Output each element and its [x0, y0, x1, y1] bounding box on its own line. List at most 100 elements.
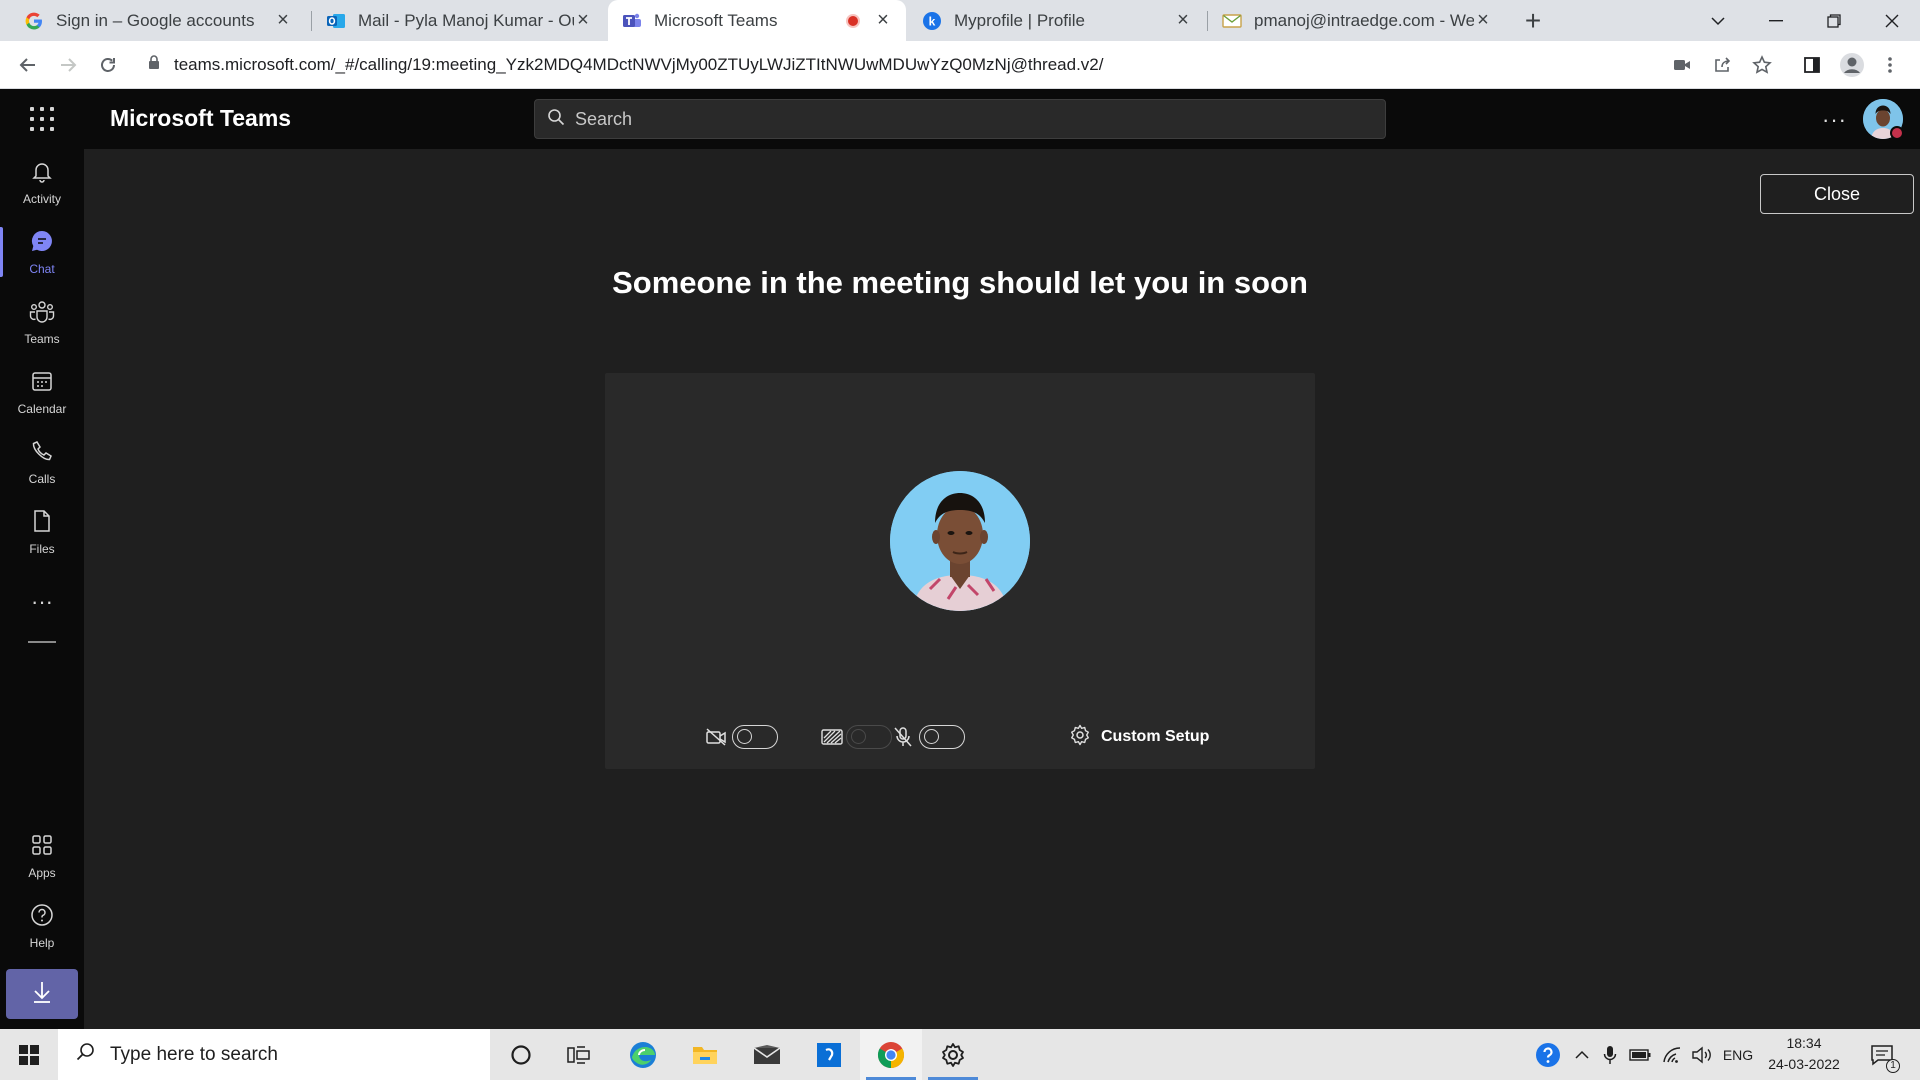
bookmark-star-icon[interactable] — [1748, 51, 1776, 79]
app-title: Microsoft Teams — [110, 105, 292, 131]
rail-divider — [28, 641, 56, 643]
taskbar-search-box[interactable]: Type here to search — [58, 1029, 490, 1080]
rail-item-chat[interactable]: Chat — [0, 221, 84, 283]
volume-speaker-icon[interactable] — [1688, 1029, 1716, 1080]
back-arrow-icon[interactable] — [14, 51, 42, 79]
close-icon[interactable]: × — [1474, 9, 1492, 31]
help-tray-icon[interactable] — [1530, 1029, 1566, 1080]
camera-off-icon — [704, 725, 728, 749]
lock-icon[interactable] — [148, 55, 160, 75]
rail-item-label: Teams — [24, 331, 60, 346]
rail-item-calendar[interactable]: Calendar — [0, 361, 84, 423]
rail-item-label: Calendar — [17, 401, 67, 416]
more-apps-icon[interactable]: ··· — [0, 589, 84, 615]
close-icon[interactable]: × — [274, 9, 292, 31]
meeting-lobby: Close Someone in the meeting should let … — [84, 149, 1920, 1029]
teams-icon — [622, 11, 642, 31]
wifi-icon[interactable] — [1658, 1029, 1686, 1080]
browser-menu-kebab-icon[interactable] — [1876, 51, 1904, 79]
tab-title: Mail - Pyla Manoj Kumar - Outlook — [358, 10, 574, 30]
rail-item-label: Calls — [28, 471, 56, 486]
phone-icon — [30, 439, 54, 468]
download-desktop-app-button[interactable] — [6, 969, 78, 1019]
notification-count-badge: 1 — [1886, 1059, 1900, 1073]
search-input[interactable] — [575, 108, 1355, 130]
cortana-circle-icon[interactable] — [490, 1029, 552, 1080]
forward-arrow-icon[interactable] — [54, 51, 82, 79]
mail-app-icon[interactable] — [736, 1029, 798, 1080]
chat-icon — [30, 229, 54, 258]
rail-item-label: Activity — [22, 191, 61, 206]
google-g-icon — [24, 11, 44, 31]
app-launcher-waffle-icon[interactable] — [30, 107, 54, 131]
rail-item-label: Chat — [29, 261, 55, 276]
close-icon[interactable]: × — [1174, 9, 1192, 31]
k-icon: k — [922, 11, 942, 31]
close-icon[interactable]: × — [874, 9, 892, 31]
share-icon[interactable] — [1708, 51, 1736, 79]
apps-icon — [30, 833, 54, 862]
custom-setup-button[interactable]: Custom Setup — [1069, 723, 1209, 751]
microphone-in-use-icon[interactable] — [1598, 1029, 1622, 1080]
microphone-toggle[interactable] — [919, 725, 965, 749]
close-icon[interactable]: × — [574, 9, 592, 31]
tab-myprofile[interactable]: k Myprofile | Profile × — [908, 0, 1206, 41]
close-button[interactable]: Close — [1760, 174, 1914, 214]
pinned-blue-app-icon[interactable] — [798, 1029, 860, 1080]
tab-microsoft-teams[interactable]: Microsoft Teams × — [608, 0, 906, 41]
profile-icon[interactable] — [1838, 51, 1866, 79]
file-icon — [31, 509, 53, 538]
search-icon — [547, 108, 565, 131]
rail-item-apps[interactable]: Apps — [0, 825, 84, 887]
minimize-icon[interactable] — [1748, 0, 1804, 41]
tab-search-chevron-icon[interactable] — [1690, 0, 1746, 41]
background-blur-toggle[interactable] — [846, 725, 892, 749]
rail-item-files[interactable]: Files — [0, 501, 84, 563]
calendar-icon — [30, 369, 54, 398]
bell-icon — [30, 159, 54, 188]
reload-icon[interactable] — [94, 51, 122, 79]
video-preview: Custom Setup — [605, 373, 1315, 769]
task-view-icon[interactable] — [548, 1029, 610, 1080]
rail-item-label: Help — [29, 935, 55, 950]
tab-title: Microsoft Teams — [654, 10, 778, 30]
clock-date: 24-03-2022 — [1768, 1056, 1840, 1072]
notification-center-icon[interactable]: 1 — [1862, 1029, 1902, 1080]
restore-icon[interactable] — [1806, 0, 1862, 41]
side-panel-icon[interactable] — [1798, 51, 1826, 79]
custom-setup-label: Custom Setup — [1101, 728, 1210, 745]
search-icon — [76, 1042, 96, 1067]
rail-item-teams[interactable]: Teams — [0, 291, 84, 353]
search-box[interactable] — [534, 99, 1386, 139]
taskbar-clock[interactable]: 18:34 24-03-2022 — [1768, 1033, 1840, 1075]
url-text: teams.microsoft.com/_#/calling/19:meetin… — [174, 55, 1104, 74]
help-icon — [30, 903, 54, 932]
camera-toggle[interactable] — [732, 725, 778, 749]
window-close-icon[interactable] — [1864, 0, 1920, 41]
windows-start-icon[interactable] — [0, 1029, 58, 1080]
tab-google-sign-in[interactable]: Sign in – Google accounts × — [10, 0, 306, 41]
background-effects-icon — [820, 725, 844, 749]
edge-browser-icon[interactable] — [612, 1029, 674, 1080]
mail-envelope-icon — [1222, 11, 1242, 31]
address-bar[interactable]: teams.microsoft.com/_#/calling/19:meetin… — [140, 47, 1860, 83]
language-indicator[interactable]: ENG — [1718, 1029, 1758, 1080]
tab-title: pmanoj@intraedge.com - Webmail — [1254, 10, 1474, 30]
rail-item-calls[interactable]: Calls — [0, 431, 84, 493]
new-tab-plus-icon[interactable]: + — [1520, 5, 1546, 36]
rail-item-label: Apps — [28, 865, 56, 880]
camera-in-use-icon[interactable] — [1668, 51, 1696, 79]
rail-item-help[interactable]: Help — [0, 895, 84, 957]
rail-item-activity[interactable]: Activity — [0, 151, 84, 213]
tab-webmail[interactable]: pmanoj@intraedge.com - Webmail × — [1208, 0, 1506, 41]
chrome-browser-icon[interactable] — [860, 1029, 922, 1080]
tab-outlook-mail[interactable]: Mail - Pyla Manoj Kumar - Outlook × — [312, 0, 606, 41]
show-hidden-icons-chevron-icon[interactable] — [1570, 1029, 1594, 1080]
file-explorer-folder-icon[interactable] — [674, 1029, 736, 1080]
settings-gear-icon[interactable] — [922, 1029, 984, 1080]
windows-taskbar: Type here to search ENG 18:34 24-03-2022… — [0, 1029, 1920, 1080]
taskbar-search-placeholder: Type here to search — [110, 1043, 278, 1065]
microphone-off-icon — [891, 725, 915, 749]
battery-icon[interactable] — [1626, 1029, 1654, 1080]
settings-and-more-icon[interactable]: ··· — [1822, 107, 1847, 133]
